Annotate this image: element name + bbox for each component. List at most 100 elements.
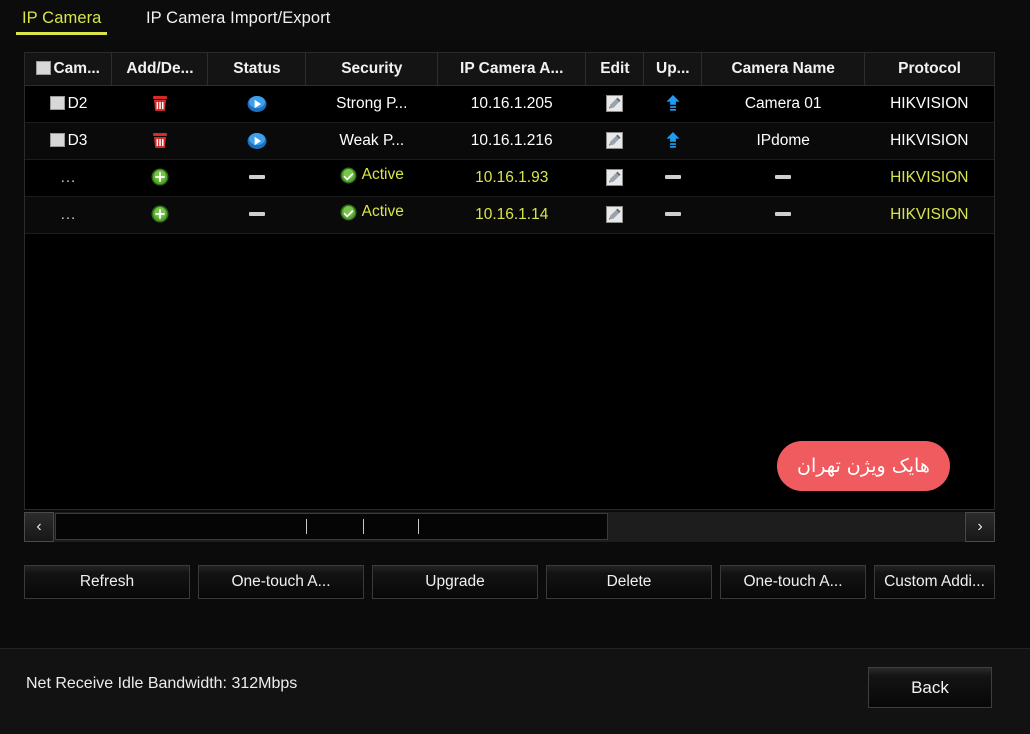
cell-camera-name: Camera 01 <box>701 85 865 123</box>
cell-ip-address: 10.16.1.216 <box>437 122 586 160</box>
back-button[interactable]: Back <box>868 667 992 708</box>
tab-ip-camera-import-export-label: IP Camera Import/Export <box>146 9 331 27</box>
column-header-ip-address[interactable]: IP Camera A... <box>437 53 587 86</box>
column-header-security[interactable]: Security <box>305 53 439 86</box>
table-row[interactable]: D3 Weak P... 10.16.1.216 IPdome HIKVISIO… <box>25 122 994 160</box>
cell-edit[interactable] <box>585 159 644 197</box>
cell-protocol-label: HIKVISION <box>890 94 969 112</box>
one-touch-activate-button[interactable]: One-touch A... <box>198 565 364 599</box>
scrollbar-track[interactable] <box>55 512 964 542</box>
cell-ip-address: 10.16.1.14 <box>437 196 586 234</box>
cell-add-delete[interactable] <box>111 85 208 123</box>
cell-protocol: HIKVISION <box>864 85 994 123</box>
tab-bar: IP Camera IP Camera Import/Export <box>0 0 1030 40</box>
cell-security-label: Active <box>361 203 404 221</box>
custom-adding-button[interactable]: Custom Addi... <box>874 565 995 599</box>
cell-status[interactable] <box>207 122 306 160</box>
cell-edit[interactable] <box>585 196 644 234</box>
cell-add-delete[interactable] <box>111 122 208 160</box>
cell-upgrade[interactable] <box>643 85 702 123</box>
cell-camera-label: ... <box>60 205 77 223</box>
delete-button[interactable]: Delete <box>546 565 712 599</box>
cell-protocol-label: HIKVISION <box>890 131 969 149</box>
column-header-edit-label: Edit <box>600 59 630 77</box>
refresh-button-label: Refresh <box>79 573 135 590</box>
cell-add-delete[interactable] <box>111 196 208 234</box>
cell-camera-label: ... <box>60 168 77 186</box>
row-checkbox[interactable] <box>49 132 65 147</box>
add-plus-icon[interactable] <box>151 205 169 223</box>
cell-ip-address: 10.16.1.205 <box>437 85 586 123</box>
column-header-upgrade-label: Up... <box>656 59 690 77</box>
column-header-camera-name[interactable]: Camera Name <box>701 53 866 86</box>
scrollbar-thumb[interactable] <box>55 513 608 540</box>
edit-pencil-icon[interactable] <box>606 94 624 112</box>
cell-status <box>207 196 306 234</box>
scrollbar-grip-line <box>363 519 364 534</box>
watermark-badge: هایک ویژن تهران <box>777 441 950 491</box>
cell-camera-label: D3 <box>67 131 88 149</box>
cell-upgrade[interactable] <box>643 122 702 160</box>
cell-camera[interactable]: ... <box>25 159 112 197</box>
cell-security-label: Weak P... <box>339 131 405 149</box>
active-check-icon <box>340 167 357 184</box>
delete-trash-icon[interactable] <box>152 95 168 112</box>
ip-camera-management-screen: IP Camera IP Camera Import/Export Cam...… <box>0 0 1030 734</box>
tab-ip-camera[interactable]: IP Camera <box>16 6 108 35</box>
cell-status <box>207 159 306 197</box>
edit-pencil-icon[interactable] <box>606 168 624 186</box>
net-bandwidth-label: Net Receive Idle Bandwidth: 312Mbps <box>26 675 298 692</box>
cell-security: Active <box>305 159 438 197</box>
cell-protocol-label: HIKVISION <box>890 168 969 186</box>
edit-pencil-icon[interactable] <box>606 131 624 149</box>
edit-pencil-icon[interactable] <box>606 205 624 223</box>
upgrade-arrow-icon[interactable] <box>664 94 682 112</box>
column-header-upgrade[interactable]: Up... <box>643 53 703 86</box>
dash-icon <box>248 212 265 217</box>
chevron-left-icon: ‹ <box>36 518 42 535</box>
cell-camera-name-label: Camera 01 <box>744 94 822 112</box>
cell-camera[interactable]: D3 <box>25 122 112 160</box>
upgrade-button[interactable]: Upgrade <box>372 565 538 599</box>
bottom-status-bar: Net Receive Idle Bandwidth: 312Mbps Back <box>0 648 1030 734</box>
upgrade-arrow-icon[interactable] <box>664 131 682 149</box>
cell-camera-name <box>701 159 865 197</box>
column-header-add-delete-label: Add/De... <box>126 59 194 77</box>
scroll-right-button[interactable]: › <box>965 512 995 542</box>
cell-ip-address-label: 10.16.1.205 <box>470 94 553 112</box>
table-row[interactable]: D2 Strong P... 10.16.1.205 Camera 01 HIK… <box>25 85 994 123</box>
add-plus-icon[interactable] <box>151 168 169 186</box>
column-header-protocol[interactable]: Protocol <box>864 53 994 86</box>
cell-edit[interactable] <box>585 122 644 160</box>
cell-protocol-label: HIKVISION <box>890 205 969 223</box>
delete-trash-icon[interactable] <box>152 132 168 149</box>
cell-camera[interactable]: D2 <box>25 85 112 123</box>
column-header-add-delete[interactable]: Add/De... <box>111 53 209 86</box>
scroll-left-button[interactable]: ‹ <box>24 512 54 542</box>
column-header-edit[interactable]: Edit <box>585 53 645 86</box>
column-header-status[interactable]: Status <box>207 53 307 86</box>
custom-adding-button-label: Custom Addi... <box>884 573 985 590</box>
table-row[interactable]: ... Ac <box>25 159 994 197</box>
play-icon[interactable] <box>247 131 267 151</box>
table-row[interactable]: ... Ac <box>25 196 994 234</box>
cell-add-delete[interactable] <box>111 159 208 197</box>
horizontal-scrollbar[interactable]: ‹ › <box>24 512 995 542</box>
chevron-right-icon: › <box>977 518 983 535</box>
cell-camera-name-label: IPdome <box>756 131 810 149</box>
cell-ip-address-label: 10.16.1.93 <box>475 168 549 186</box>
scrollbar-grip-line <box>418 519 419 534</box>
one-touch-adding-button[interactable]: One-touch A... <box>720 565 866 599</box>
column-header-camera[interactable]: Cam... <box>25 53 113 86</box>
cell-camera[interactable]: ... <box>25 196 112 234</box>
refresh-button[interactable]: Refresh <box>24 565 190 599</box>
dash-icon <box>248 175 265 180</box>
tab-ip-camera-import-export[interactable]: IP Camera Import/Export <box>140 6 336 32</box>
select-all-checkbox[interactable] <box>36 60 52 75</box>
row-checkbox[interactable] <box>49 95 65 110</box>
tab-ip-camera-label: IP Camera <box>22 9 102 27</box>
cell-ip-address-label: 10.16.1.14 <box>475 205 549 223</box>
cell-status[interactable] <box>207 85 306 123</box>
play-icon[interactable] <box>247 94 267 114</box>
cell-edit[interactable] <box>585 85 644 123</box>
